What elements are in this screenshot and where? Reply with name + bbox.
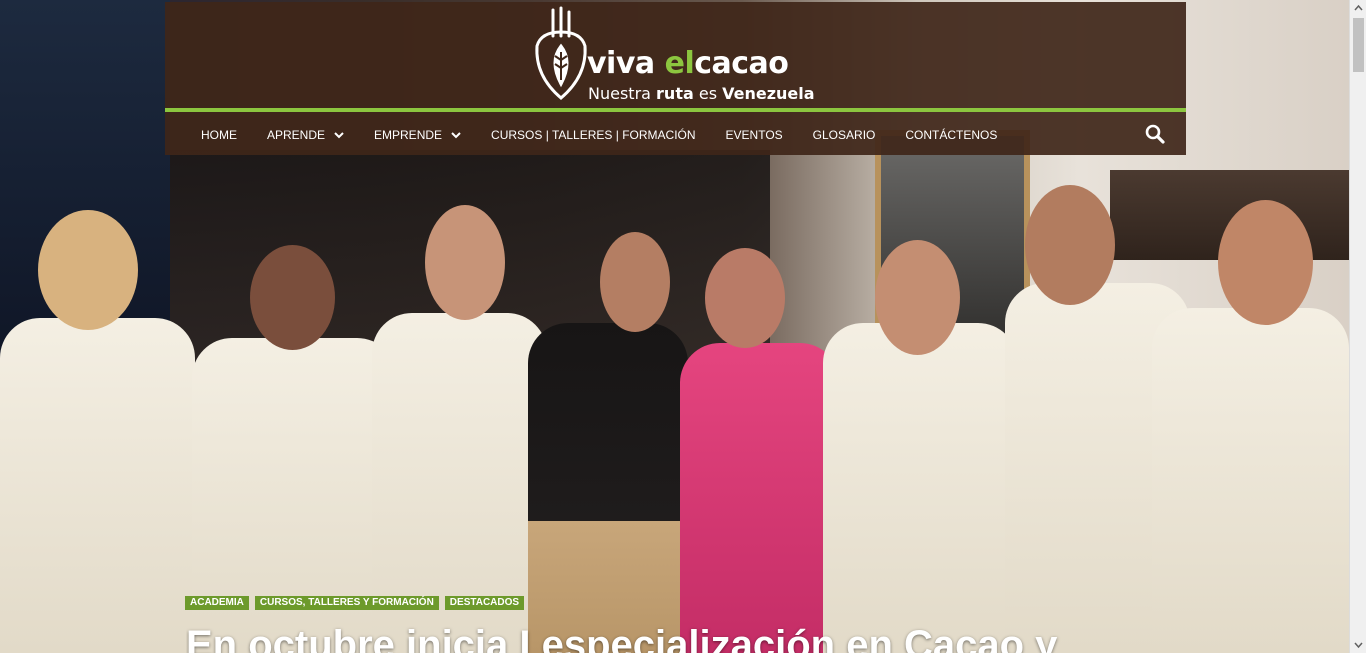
scrollbar-thumb[interactable]: [1353, 18, 1364, 72]
person-figure: [680, 343, 840, 653]
nav-item-label: EMPRENDE: [374, 127, 443, 142]
nav-item-label: CONTÁCTENOS: [905, 127, 998, 142]
person-head: [1218, 200, 1313, 325]
person-head: [705, 248, 785, 348]
nav-item-label: GLOSARIO: [812, 127, 876, 142]
chevron-down-icon: [334, 131, 344, 138]
person-head: [425, 205, 505, 320]
person-figure: [823, 323, 1018, 653]
person-figure: [528, 323, 688, 653]
person-head: [250, 245, 335, 350]
nav-item-cursos[interactable]: CURSOS | TALLERES | FORMACIÓN: [491, 128, 696, 142]
tag-cursos-talleres[interactable]: CURSOS, TALLERES Y FORMACIÓN: [254, 596, 439, 610]
tag-academia[interactable]: ACADEMIA: [185, 596, 249, 610]
tag-destacados[interactable]: DESTACADOS: [444, 596, 525, 610]
scroll-down-arrow-icon[interactable]: [1350, 636, 1366, 653]
tagline-part: es: [693, 84, 723, 103]
nav-item-label: HOME: [201, 127, 237, 142]
header-divider: [165, 108, 1186, 112]
nav-item-label: EVENTOS: [725, 127, 783, 142]
nav-item-emprende[interactable]: EMPRENDE: [374, 128, 461, 142]
person-head: [38, 210, 138, 330]
nav-item-home[interactable]: HOME: [201, 128, 237, 142]
nav-item-aprende[interactable]: APRENDE: [267, 128, 344, 142]
site-header: viva elcacao Nuestra ruta es Venezuela H…: [165, 2, 1186, 155]
post-title[interactable]: En octubre inicia I especialización en C…: [186, 622, 1286, 653]
person-head: [1025, 185, 1115, 305]
nav-item-label: APRENDE: [267, 127, 326, 142]
logo-tagline: Nuestra ruta es Venezuela: [588, 84, 815, 103]
logo-word-cacao: cacao: [694, 46, 789, 81]
scroll-up-arrow-icon[interactable]: [1350, 0, 1366, 17]
chevron-down-icon: [451, 131, 461, 138]
person-head: [875, 240, 960, 355]
nav-item-contactenos[interactable]: CONTÁCTENOS: [905, 128, 997, 142]
person-figure: [0, 318, 195, 653]
tagline-part: Venezuela: [722, 84, 815, 103]
logo-word-viva: viva: [587, 46, 665, 81]
nav-item-eventos[interactable]: EVENTOS: [726, 128, 783, 142]
person-head: [600, 232, 670, 332]
search-icon[interactable]: [1145, 124, 1165, 144]
cacao-pod-logo-icon: [535, 6, 587, 100]
person-figure: [1152, 308, 1349, 653]
tagline-part: Nuestra: [588, 84, 657, 103]
site-logo[interactable]: viva elcacao Nuestra ruta es Venezuela: [531, 6, 821, 104]
tagline-part: ruta: [656, 84, 694, 103]
post-tags: ACADEMIA CURSOS, TALLERES Y FORMACIÓN DE…: [185, 596, 525, 610]
logo-wordmark: viva elcacao: [587, 46, 789, 81]
main-nav: HOME APRENDE EMPRENDE CURSOS | TALLERES …: [165, 114, 1186, 155]
nav-item-glosario[interactable]: GLOSARIO: [813, 128, 876, 142]
page-scrollbar[interactable]: [1349, 0, 1366, 653]
nav-item-label: CURSOS | TALLERES | FORMACIÓN: [491, 127, 696, 142]
logo-word-el: el: [664, 46, 695, 81]
